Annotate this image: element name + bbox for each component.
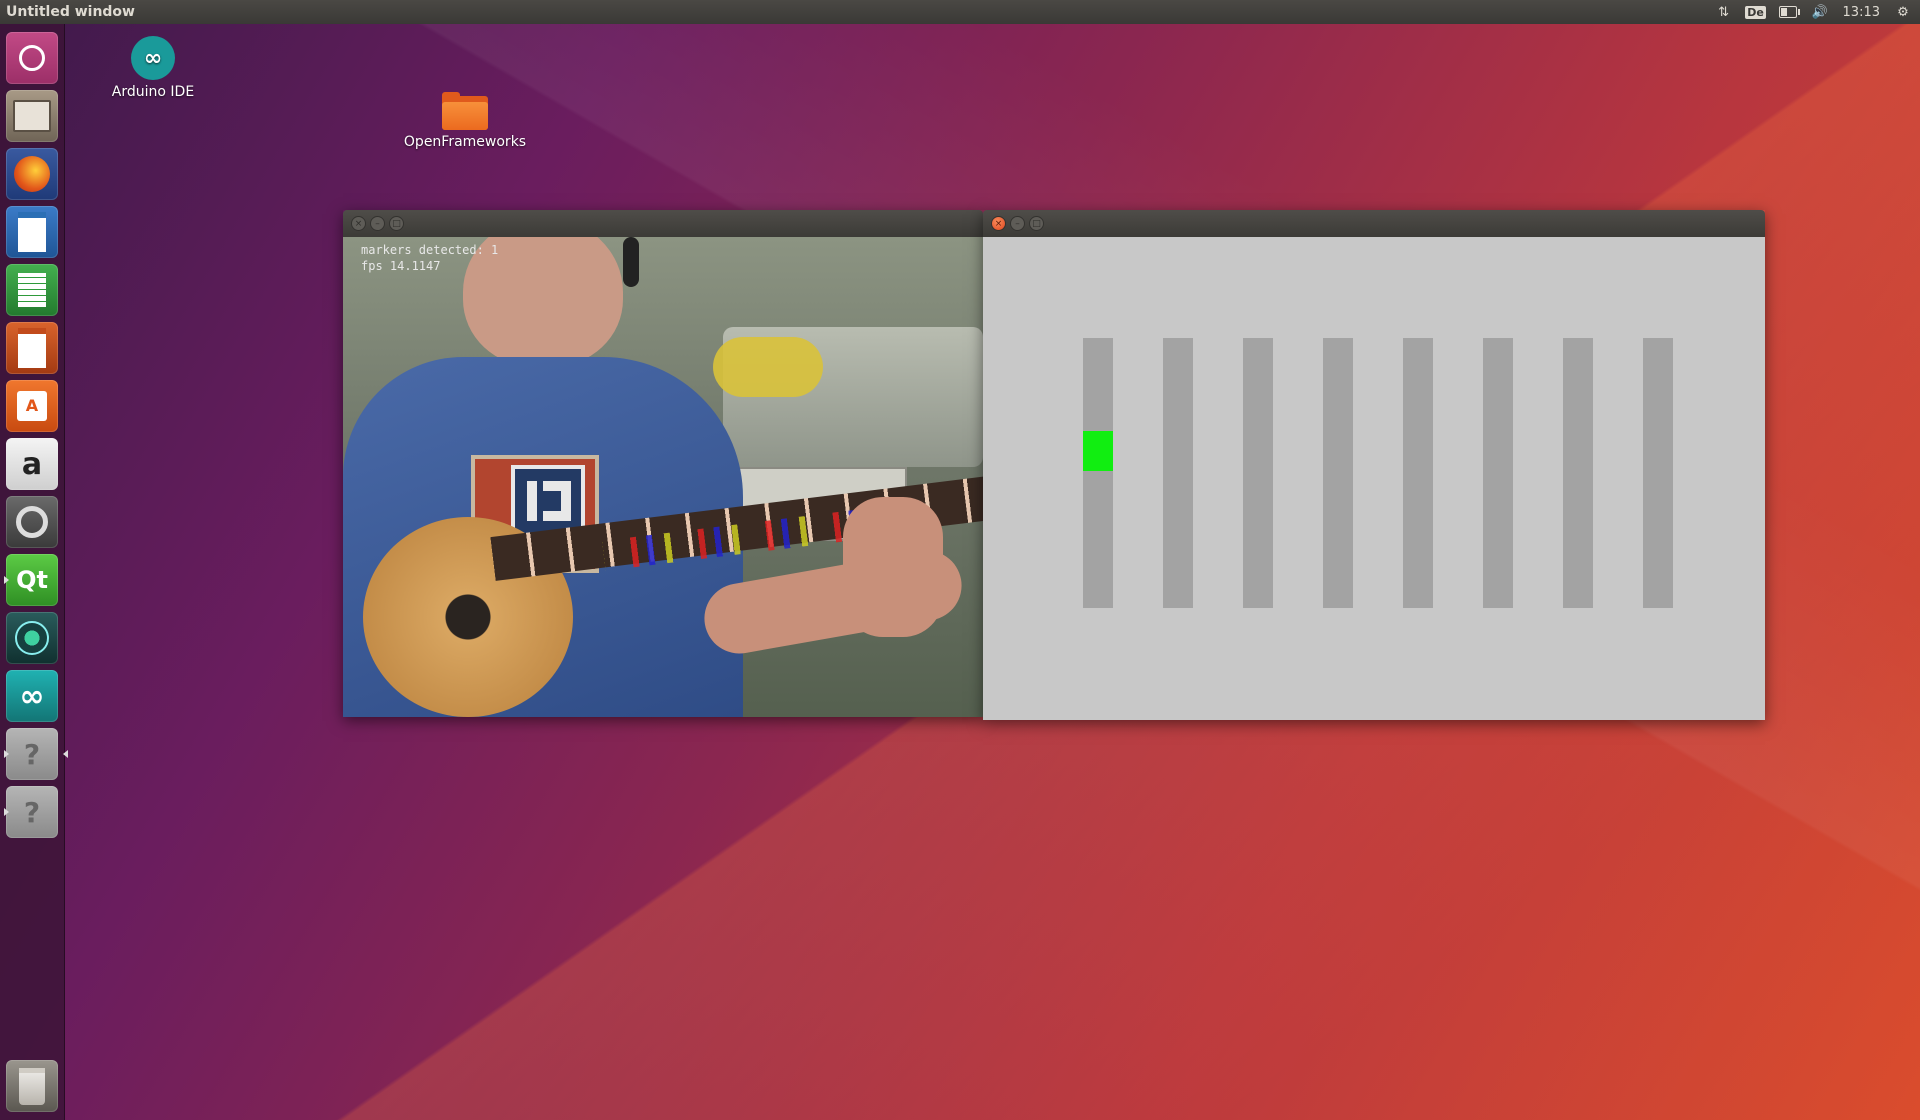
desktop-icon-label: Arduino IDE (111, 84, 195, 100)
keyboard-layout-indicator[interactable]: De (1745, 4, 1766, 20)
running-indicator (4, 808, 9, 816)
fret-visualizer-window: × – □ (983, 210, 1765, 720)
fret-bar (1323, 338, 1353, 608)
fret-window-titlebar[interactable]: × – □ (983, 210, 1765, 237)
volume-icon[interactable]: 🔊 (1811, 4, 1829, 20)
close-button[interactable]: × (991, 216, 1006, 231)
headphones (623, 237, 639, 287)
fret-bar (1163, 338, 1193, 608)
shopping-bag-icon: A (17, 391, 47, 421)
launcher-settings[interactable] (6, 496, 58, 548)
launcher-files[interactable] (6, 90, 58, 142)
launcher-arduino[interactable]: ∞ (6, 670, 58, 722)
writer-icon (18, 212, 46, 252)
camera-window-titlebar[interactable]: × – □ (343, 210, 983, 237)
launcher-unknown-app-2[interactable]: ? (4, 786, 58, 838)
fret-bar (1403, 338, 1433, 608)
desktop-icon-openframeworks[interactable]: OpenFrameworks (400, 92, 530, 150)
camera-window: × – □ markers detected: 1 fps 14.1147 (343, 210, 983, 717)
fret-bar (1083, 338, 1113, 608)
fret-bar (1483, 338, 1513, 608)
launcher-calc[interactable] (6, 264, 58, 316)
question-icon: ? (23, 795, 41, 829)
launcher-dash-home[interactable] (6, 32, 58, 84)
maximize-button[interactable]: □ (389, 216, 404, 231)
yellow-cloth (713, 337, 823, 397)
launcher-firefox[interactable] (6, 148, 58, 200)
arduino-icon: ∞ (131, 36, 175, 80)
arduino-icon: ∞ (19, 678, 45, 714)
desktop-icon-arduino-ide[interactable]: ∞ Arduino IDE (100, 36, 206, 100)
active-fret-indicator (1083, 431, 1113, 472)
fret-bar (1243, 338, 1273, 608)
battery-icon[interactable] (1778, 4, 1800, 20)
qt-icon: Qt (16, 566, 48, 594)
fret-bar (1563, 338, 1593, 608)
clock[interactable]: 13:13 (1843, 5, 1880, 20)
minimize-button[interactable]: – (370, 216, 385, 231)
focused-indicator (63, 750, 68, 758)
camera-feed: markers detected: 1 fps 14.1147 (343, 237, 983, 717)
impress-icon (18, 328, 46, 368)
fps-label: fps 14.1147 (361, 259, 441, 273)
launcher-amazon[interactable]: a (6, 438, 58, 490)
close-button[interactable]: × (351, 216, 366, 231)
launcher-impress[interactable] (6, 322, 58, 374)
file-cabinet-icon (13, 100, 51, 132)
amazon-icon: a (21, 446, 43, 482)
running-indicator (4, 576, 9, 584)
settings-wrench-icon (16, 506, 48, 538)
keyboard-layout-label: De (1745, 5, 1766, 19)
top-panel: Untitled window ⇅ De 🔊 13:13 ⚙ (0, 0, 1920, 24)
calc-icon (18, 273, 46, 307)
trash-icon (19, 1067, 45, 1105)
firefox-icon (14, 156, 50, 192)
launcher-software[interactable]: A (6, 380, 58, 432)
markers-detected-label: markers detected: 1 (361, 243, 499, 257)
desktop-icon-label: OpenFrameworks (403, 134, 527, 150)
kraken-icon (15, 621, 49, 655)
launcher-trash[interactable] (6, 1060, 58, 1112)
question-icon: ? (23, 737, 41, 771)
minimize-button[interactable]: – (1010, 216, 1025, 231)
fret-panel (983, 237, 1765, 720)
fret-bar (1643, 338, 1673, 608)
session-gear-icon[interactable]: ⚙ (1894, 4, 1912, 20)
folder-icon (442, 92, 488, 130)
launcher: A a Qt ∞ ? ? (0, 24, 68, 1120)
indicator-area: ⇅ De 🔊 13:13 ⚙ (1715, 4, 1920, 20)
running-indicator (4, 750, 9, 758)
active-window-title: Untitled window (6, 4, 135, 20)
launcher-writer[interactable] (6, 206, 58, 258)
launcher-gitkraken[interactable] (6, 612, 58, 664)
ubuntu-logo-icon (19, 45, 45, 71)
launcher-qt-creator[interactable]: Qt (4, 554, 58, 606)
network-icon[interactable]: ⇅ (1715, 4, 1733, 20)
launcher-unknown-app-1[interactable]: ? (4, 728, 68, 780)
battery-level (1780, 8, 1787, 16)
maximize-button[interactable]: □ (1029, 216, 1044, 231)
